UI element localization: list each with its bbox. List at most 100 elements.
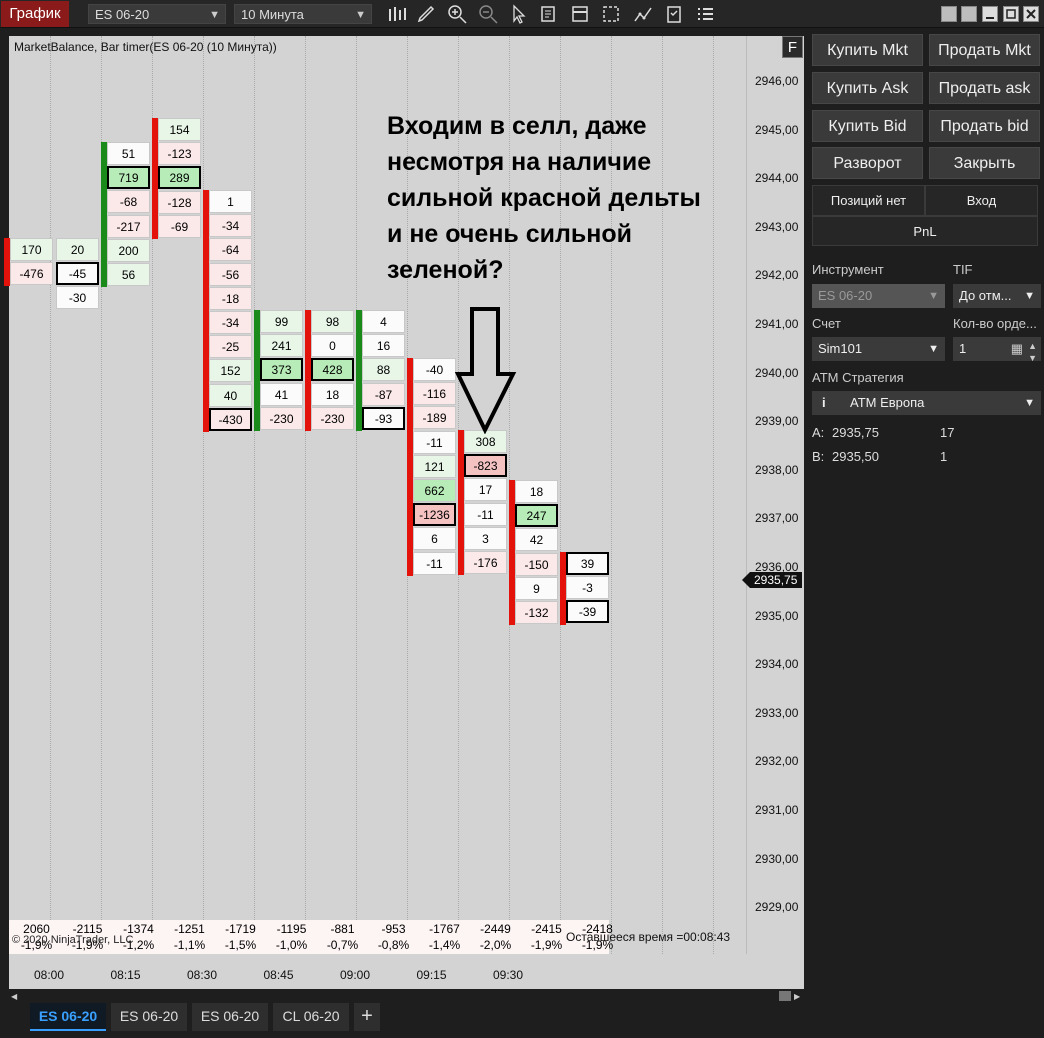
- bar-delta-percent: -1,4%: [428, 938, 461, 952]
- footprint-cell: -69: [158, 214, 201, 238]
- tab-es-06-20-active[interactable]: ES 06-20: [30, 1003, 106, 1031]
- bar-delta-stat: -881: [330, 922, 355, 936]
- cursor-pointer-icon[interactable]: [508, 3, 530, 25]
- footprint-cell: 17: [464, 478, 507, 502]
- add-tab-button[interactable]: +: [354, 1003, 380, 1031]
- bar-delta-percent: -2,0%: [479, 938, 512, 952]
- chart-trader-icon[interactable]: [600, 3, 622, 25]
- footprint-cell: -30: [56, 286, 99, 310]
- price-tick-label: 2931,00: [755, 803, 799, 817]
- scroll-left-icon[interactable]: ◀: [11, 992, 17, 1001]
- time-tick-label: 09:00: [340, 968, 371, 982]
- current-price-marker: 2935,75: [742, 572, 802, 588]
- atm-strategy-select[interactable]: i ATM Европа ▼: [812, 391, 1041, 415]
- footprint-cell: 51: [107, 142, 150, 165]
- interval-selector[interactable]: 10 Минута ▼: [234, 4, 372, 24]
- footprint-cell: -823: [464, 454, 507, 478]
- zoom-in-icon[interactable]: [446, 3, 468, 25]
- buy-bid-button[interactable]: Купить Bid: [812, 110, 923, 142]
- price-tick-label: 2938,00: [755, 462, 799, 477]
- menu-list-icon[interactable]: [694, 3, 716, 25]
- account-select[interactable]: Sim101 ▼: [812, 337, 945, 361]
- window-title: График: [1, 1, 69, 27]
- quantity-stepper[interactable]: 1 ▦ ▲ ▼: [953, 337, 1041, 363]
- price-tick-label: 2935,00: [755, 608, 799, 623]
- footprint-cell: 152: [209, 359, 252, 383]
- sell-ask-button[interactable]: Продать ask: [929, 72, 1040, 104]
- footprint-cell: 121: [413, 454, 456, 478]
- calculator-icon[interactable]: ▦: [1011, 337, 1023, 361]
- toolbar: График ES 06-20 ▼ 10 Минута ▼: [0, 0, 1044, 28]
- bar-delta-stat: -1719: [225, 922, 256, 936]
- strategies-icon[interactable]: [663, 3, 685, 25]
- sell-market-button[interactable]: Продать Mkt: [929, 34, 1040, 66]
- buy-market-button[interactable]: Купить Mkt: [812, 34, 923, 66]
- footprint-cell: 9: [515, 576, 558, 600]
- close-button[interactable]: [1023, 6, 1039, 22]
- footprint-cell: -56: [209, 262, 252, 286]
- footprint-cell: -430: [209, 407, 252, 431]
- time-tick-label: 08:00: [34, 968, 65, 982]
- tab-cl-06-20[interactable]: CL 06-20: [273, 1003, 349, 1031]
- window-option-button[interactable]: [961, 6, 977, 22]
- tab-es-06-20[interactable]: ES 06-20: [111, 1003, 187, 1031]
- footprint-cell: -3: [566, 576, 609, 600]
- footprint-cell: 56: [107, 263, 150, 286]
- bar-timer-text: Оставшееся время =00:08:43: [566, 930, 731, 944]
- time-tick-label: 09:15: [416, 968, 447, 982]
- footprint-cell: 241: [260, 334, 303, 358]
- footprint-cell: 40: [209, 383, 252, 407]
- tif-select[interactable]: До отм... ▼: [953, 284, 1041, 308]
- bar-delta-stat: -2449: [480, 922, 511, 936]
- footprint-cell: 428: [311, 358, 354, 382]
- bar-delta-percent: -1,0%: [275, 938, 308, 952]
- close-position-button[interactable]: Закрыть: [929, 147, 1040, 179]
- footprint-cell: -132: [515, 601, 558, 624]
- chevron-down-icon: ▼: [1024, 290, 1035, 302]
- footprint-cell: -217: [107, 214, 150, 238]
- zoom-out-icon[interactable]: [477, 3, 499, 25]
- buy-ask-button[interactable]: Купить Ask: [812, 72, 923, 104]
- sell-bid-button[interactable]: Продать bid: [929, 110, 1040, 142]
- indicators-icon[interactable]: [632, 3, 654, 25]
- footprint-cell: -150: [515, 552, 558, 576]
- arrow-down-icon: [455, 307, 517, 434]
- minimize-button[interactable]: [982, 6, 998, 22]
- footprint-cell: -476: [10, 262, 53, 286]
- instrument-field[interactable]: ES 06-20 ▼: [812, 284, 945, 308]
- price-tick-label: 2930,00: [755, 851, 799, 866]
- window-option-button[interactable]: [941, 6, 957, 22]
- footprint-cell: 18: [311, 382, 354, 406]
- scroll-thumb[interactable]: [779, 991, 791, 1001]
- horizontal-scrollbar[interactable]: ◀ ▶: [9, 989, 804, 1003]
- footprint-cell: 18: [515, 480, 558, 503]
- instrument-selector[interactable]: ES 06-20 ▼: [88, 4, 226, 24]
- properties-icon[interactable]: [569, 3, 591, 25]
- footprint-cell: -123: [158, 142, 201, 166]
- drawing-pencil-icon[interactable]: [415, 3, 437, 25]
- reverse-button[interactable]: Разворот: [812, 147, 923, 179]
- footprint-cell: 200: [107, 238, 150, 262]
- chart-label: MarketBalance, Bar timer(ES 06-20 (10 Ми…: [14, 40, 277, 54]
- chevron-down-icon: ▼: [355, 9, 366, 21]
- price-tick-label: 2945,00: [755, 122, 799, 137]
- footprint-cell: 3: [464, 526, 507, 550]
- chart-panel[interactable]: MarketBalance, Bar timer(ES 06-20 (10 Ми…: [4, 36, 804, 1003]
- footprint-cell: -87: [362, 382, 405, 406]
- price-tick-label: 2937,00: [755, 511, 799, 526]
- maximize-button[interactable]: [1003, 6, 1019, 22]
- footprint-cell: -34: [209, 311, 252, 334]
- bid-price: 2935,50: [832, 449, 879, 464]
- data-box-icon[interactable]: [538, 3, 560, 25]
- bar-type-icon[interactable]: [386, 3, 408, 25]
- spin-down-icon[interactable]: ▼: [1028, 346, 1037, 370]
- account-select-value: Sim101: [818, 341, 863, 356]
- tab-es-06-20[interactable]: ES 06-20: [192, 1003, 268, 1031]
- instrument-tabs: ES 06-20 ES 06-20 ES 06-20 CL 06-20 +: [0, 1003, 1044, 1038]
- footprint-cell: -39: [566, 600, 609, 624]
- bar-delta-percent: -0,7%: [326, 938, 359, 952]
- scroll-right-icon[interactable]: ▶: [794, 992, 800, 1001]
- chart-trader-panel: Купить Mkt Продать Mkt Купить Ask Продат…: [812, 32, 1044, 1002]
- price-tick-label: 2934,00: [755, 657, 799, 672]
- ask-price: 2935,75: [832, 425, 879, 440]
